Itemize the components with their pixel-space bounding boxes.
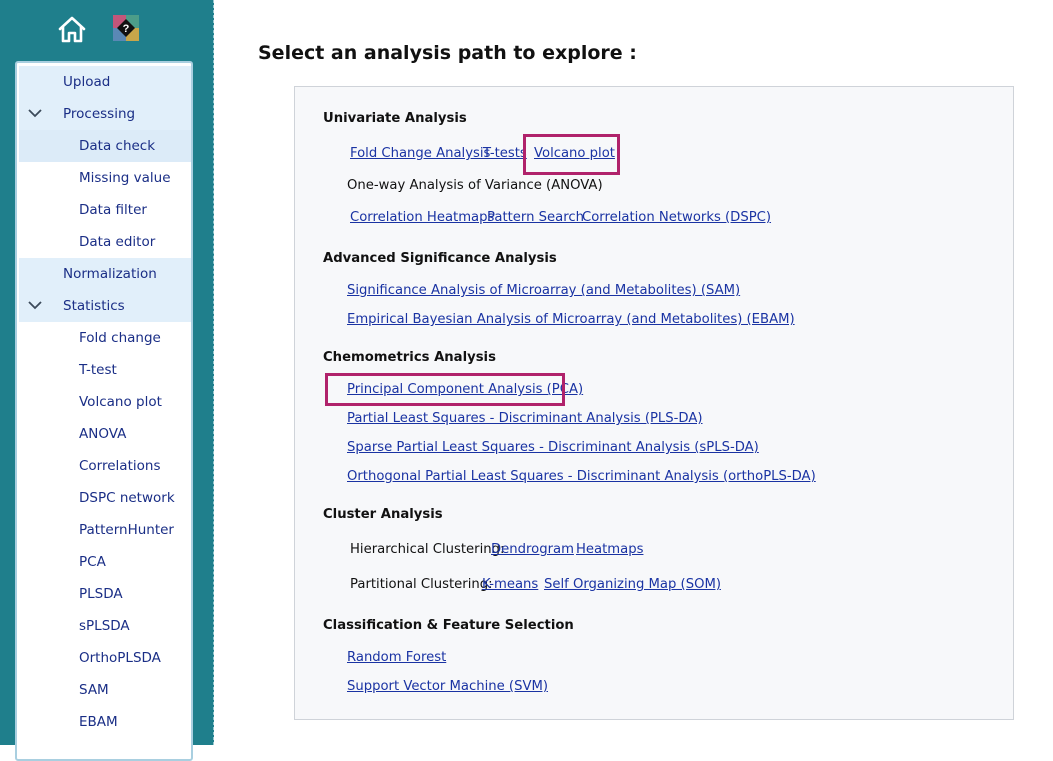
sidebar-item-label: Volcano plot (79, 394, 162, 410)
sidebar-item-label: sPLSDA (79, 618, 130, 634)
sidebar-item-fold-change[interactable]: Fold change (19, 322, 191, 354)
chevron-down-icon (28, 109, 42, 118)
sidebar-item-ebam[interactable]: EBAM (19, 706, 191, 738)
home-button[interactable] (56, 14, 88, 44)
sidebar-item-label: ANOVA (79, 426, 127, 442)
link-pattern-search[interactable]: Pattern Search (487, 210, 584, 225)
analysis-paths-panel: Univariate Analysis Fold Change Analysis… (294, 86, 1014, 720)
sidebar-item-anova[interactable]: ANOVA (19, 418, 191, 450)
link-dendrogram[interactable]: Dendrogram (491, 542, 574, 557)
sidebar-item-label: Statistics (63, 298, 125, 314)
sidebar-item-processing[interactable]: Processing (19, 98, 191, 130)
sidebar-divider (213, 0, 215, 745)
sidebar-item-correlations[interactable]: Correlations (19, 450, 191, 482)
link-fold-change-analysis[interactable]: Fold Change Analysis (350, 146, 490, 161)
section-title-cluster: Cluster Analysis (323, 507, 443, 522)
sidebar-item-missing-value[interactable]: Missing value (19, 162, 191, 194)
sidebar-item-orthoplsda[interactable]: OrthoPLSDA (19, 642, 191, 674)
link-random-forest[interactable]: Random Forest (347, 650, 446, 665)
link-correlation-heatmaps[interactable]: Correlation Heatmaps (350, 210, 494, 225)
sidebar-item-data-check[interactable]: Data check (19, 130, 191, 162)
sidebar-item-label: Processing (63, 106, 136, 122)
sidebar-item-label: EBAM (79, 714, 118, 730)
chevron-down-icon (28, 301, 42, 310)
section-title-chemometrics: Chemometrics Analysis (323, 350, 496, 365)
sidebar-item-pca[interactable]: PCA (19, 546, 191, 578)
sidebar-item-data-editor[interactable]: Data editor (19, 226, 191, 258)
link-svm[interactable]: Support Vector Machine (SVM) (347, 679, 548, 694)
link-som[interactable]: Self Organizing Map (SOM) (544, 577, 721, 592)
sidebar-item-plsda[interactable]: PLSDA (19, 578, 191, 610)
sidebar-item-label: T-test (79, 362, 117, 378)
help-question-icon: ? (113, 15, 139, 41)
sidebar-item-label: SAM (79, 682, 109, 698)
sidebar-item-label: Correlations (79, 458, 161, 474)
sidebar-item-patternhunter[interactable]: PatternHunter (19, 514, 191, 546)
page-title: Select an analysis path to explore : (258, 42, 637, 64)
partitional-clustering-label: Partitional Clustering: (350, 577, 493, 592)
highlight-box-volcano (523, 134, 620, 175)
sidebar-item-upload[interactable]: Upload (19, 66, 191, 98)
link-sam[interactable]: Significance Analysis of Microarray (and… (347, 283, 740, 298)
sidebar-item-volcano-plot[interactable]: Volcano plot (19, 386, 191, 418)
link-orthoplsda[interactable]: Orthogonal Partial Least Squares - Discr… (347, 469, 816, 484)
sidebar-item-label: PatternHunter (79, 522, 174, 538)
sidebar-item-splsda[interactable]: sPLSDA (19, 610, 191, 642)
link-k-means[interactable]: K-means (482, 577, 538, 592)
home-icon (58, 16, 86, 43)
link-correlation-networks[interactable]: Correlation Networks (DSPC) (582, 210, 771, 225)
sidebar: ? Upload Processing Data check Missing valu… (0, 0, 214, 761)
help-button[interactable]: ? (113, 15, 139, 41)
navigation-menu: Upload Processing Data check Missing value D… (15, 61, 193, 761)
sidebar-item-label: Missing value (79, 170, 171, 186)
sidebar-item-label: Fold change (79, 330, 161, 346)
sidebar-item-t-test[interactable]: T-test (19, 354, 191, 386)
sidebar-item-data-filter[interactable]: Data filter (19, 194, 191, 226)
sidebar-item-label: OrthoPLSDA (79, 650, 161, 666)
section-title-univariate: Univariate Analysis (323, 111, 467, 126)
sidebar-item-label: PLSDA (79, 586, 123, 602)
anova-label: One-way Analysis of Variance (ANOVA) (347, 178, 603, 193)
link-plsda[interactable]: Partial Least Squares - Discriminant Ana… (347, 411, 703, 426)
sidebar-item-dspc-network[interactable]: DSPC network (19, 482, 191, 514)
svg-text:?: ? (123, 23, 130, 35)
link-splsda[interactable]: Sparse Partial Least Squares - Discrimin… (347, 440, 759, 455)
highlight-box-pca (325, 373, 565, 406)
sidebar-item-label: Data filter (79, 202, 147, 218)
section-title-classification: Classification & Feature Selection (323, 618, 574, 633)
sidebar-item-statistics[interactable]: Statistics (19, 290, 191, 322)
link-heatmaps[interactable]: Heatmaps (576, 542, 643, 557)
sidebar-item-label: Data editor (79, 234, 156, 250)
section-title-advanced: Advanced Significance Analysis (323, 251, 557, 266)
sidebar-item-label: Normalization (63, 266, 157, 282)
sidebar-item-normalization[interactable]: Normalization (19, 258, 191, 290)
link-t-tests[interactable]: T-tests (483, 146, 527, 161)
sidebar-item-label: PCA (79, 554, 106, 570)
sidebar-item-label: Upload (63, 74, 111, 90)
link-ebam[interactable]: Empirical Bayesian Analysis of Microarra… (347, 312, 795, 327)
hierarchical-clustering-label: Hierarchical Clustering: (350, 542, 505, 557)
sidebar-item-label: Data check (79, 138, 156, 154)
sidebar-item-sam[interactable]: SAM (19, 674, 191, 706)
sidebar-item-label: DSPC network (79, 490, 175, 506)
